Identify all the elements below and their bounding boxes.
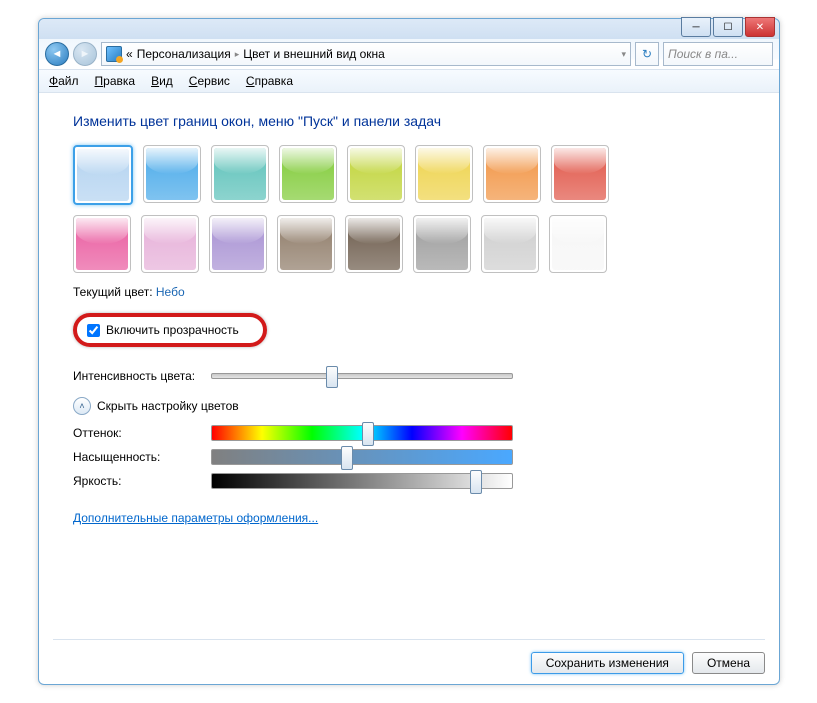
- color-mixer-expander[interactable]: ˄ Скрыть настройку цветов: [73, 397, 745, 415]
- breadcrumb-personalization[interactable]: Персонализация: [137, 47, 231, 61]
- current-color-row: Текущий цвет: Небо: [73, 285, 745, 299]
- color-swatch[interactable]: [73, 145, 133, 205]
- hue-row: Оттенок:: [73, 425, 745, 441]
- close-button[interactable]: ✕: [745, 17, 775, 37]
- color-swatch[interactable]: [415, 145, 473, 203]
- titlebar[interactable]: ─ ☐ ✕: [39, 19, 779, 39]
- search-placeholder: Поиск в па...: [668, 47, 738, 61]
- address-bar[interactable]: « Персонализация ▸ Цвет и внешний вид ок…: [101, 42, 631, 66]
- arrow-left-icon: ◄: [52, 48, 63, 60]
- color-swatch[interactable]: [143, 145, 201, 203]
- save-button[interactable]: Сохранить изменения: [531, 652, 684, 674]
- brightness-thumb[interactable]: [470, 470, 482, 494]
- current-color-value: Небо: [156, 285, 185, 299]
- transparency-label[interactable]: Включить прозрачность: [106, 323, 239, 337]
- expander-label: Скрыть настройку цветов: [97, 399, 239, 413]
- maximize-button[interactable]: ☐: [713, 17, 743, 37]
- breadcrumb-prefix: «: [126, 47, 133, 61]
- color-swatch[interactable]: [211, 145, 269, 203]
- close-icon: ✕: [756, 22, 764, 33]
- intensity-thumb[interactable]: [326, 366, 338, 388]
- current-color-label: Текущий цвет:: [73, 285, 153, 299]
- hue-slider[interactable]: [211, 425, 513, 441]
- chevron-right-icon[interactable]: ▸: [235, 49, 240, 60]
- intensity-label: Интенсивность цвета:: [73, 369, 203, 383]
- color-swatch[interactable]: [551, 145, 609, 203]
- color-swatch[interactable]: [209, 215, 267, 273]
- menu-tools[interactable]: Сервис: [189, 74, 230, 88]
- color-swatch[interactable]: [277, 215, 335, 273]
- arrow-right-icon: ►: [80, 48, 91, 60]
- refresh-icon: ↻: [642, 47, 652, 61]
- maximize-icon: ☐: [724, 22, 733, 33]
- chevron-down-icon[interactable]: ▾: [621, 49, 626, 60]
- saturation-label: Насыщенность:: [73, 450, 203, 464]
- saturation-row: Насыщенность:: [73, 449, 745, 465]
- brightness-slider[interactable]: [211, 473, 513, 489]
- footer: Сохранить изменения Отмена: [53, 639, 765, 674]
- color-swatch[interactable]: [413, 215, 471, 273]
- menu-help[interactable]: Справка: [246, 74, 293, 88]
- hue-label: Оттенок:: [73, 426, 203, 440]
- page-title: Изменить цвет границ окон, меню "Пуск" и…: [73, 113, 745, 129]
- color-swatch[interactable]: [279, 145, 337, 203]
- breadcrumb-window-color[interactable]: Цвет и внешний вид окна: [243, 47, 385, 61]
- intensity-slider[interactable]: [211, 373, 513, 379]
- navbar: ◄ ► « Персонализация ▸ Цвет и внешний ви…: [39, 39, 779, 70]
- personalization-icon: [106, 46, 122, 62]
- hue-thumb[interactable]: [362, 422, 374, 446]
- window: ─ ☐ ✕ ◄ ► « Персонализация ▸ Цвет и внеш…: [38, 18, 780, 685]
- color-swatch[interactable]: [73, 215, 131, 273]
- minimize-button[interactable]: ─: [681, 17, 711, 37]
- transparency-highlight: Включить прозрачность: [73, 313, 267, 347]
- cancel-button[interactable]: Отмена: [692, 652, 765, 674]
- transparency-checkbox[interactable]: [87, 324, 100, 337]
- minimize-icon: ─: [692, 22, 699, 33]
- search-input[interactable]: Поиск в па...: [663, 42, 773, 66]
- content: Изменить цвет границ окон, меню "Пуск" и…: [39, 93, 779, 525]
- saturation-thumb[interactable]: [341, 446, 353, 470]
- color-swatch[interactable]: [141, 215, 199, 273]
- menubar: Файл Правка Вид Сервис Справка: [39, 70, 779, 93]
- color-swatch[interactable]: [347, 145, 405, 203]
- color-swatch-grid: [73, 145, 653, 273]
- color-swatch[interactable]: [483, 145, 541, 203]
- menu-edit[interactable]: Правка: [95, 74, 136, 88]
- nav-back-button[interactable]: ◄: [45, 42, 69, 66]
- chevron-up-icon: ˄: [73, 397, 91, 415]
- menu-view[interactable]: Вид: [151, 74, 173, 88]
- advanced-appearance-link[interactable]: Дополнительные параметры оформления...: [73, 511, 318, 525]
- saturation-slider[interactable]: [211, 449, 513, 465]
- menu-file[interactable]: Файл: [49, 74, 79, 88]
- brightness-row: Яркость:: [73, 473, 745, 489]
- color-swatch[interactable]: [481, 215, 539, 273]
- color-swatch[interactable]: [549, 215, 607, 273]
- intensity-row: Интенсивность цвета:: [73, 369, 745, 383]
- nav-forward-button[interactable]: ►: [73, 42, 97, 66]
- color-swatch[interactable]: [345, 215, 403, 273]
- brightness-label: Яркость:: [73, 474, 203, 488]
- refresh-button[interactable]: ↻: [635, 42, 659, 66]
